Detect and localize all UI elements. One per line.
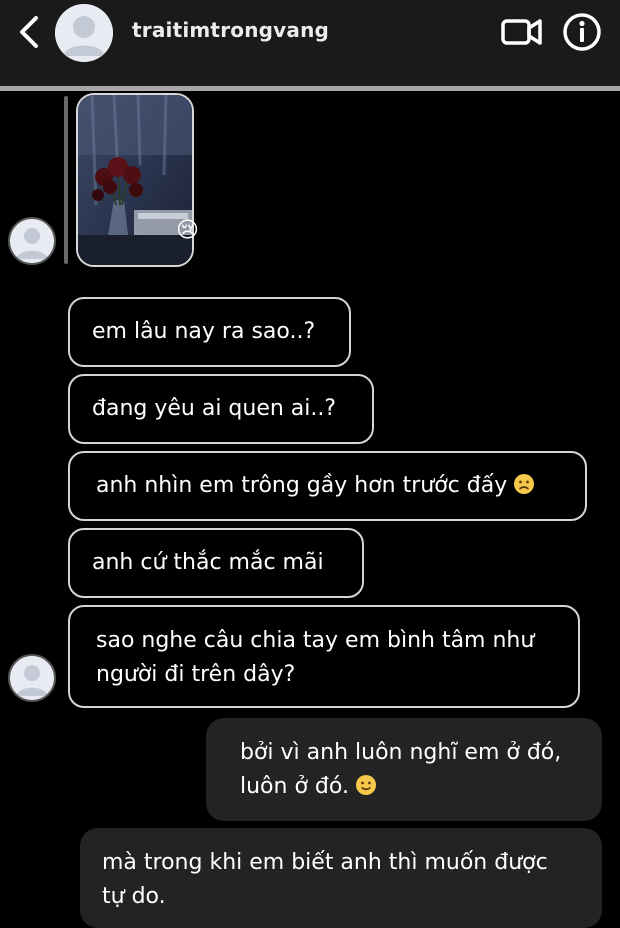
message-text: anh cứ thắc mắc mãi (92, 550, 324, 575)
message-text: em lâu nay ra sao..? (92, 319, 316, 344)
default-avatar-icon (10, 656, 54, 700)
header-divider (0, 86, 620, 91)
contact-username[interactable]: traitimtrongvang (132, 18, 329, 42)
outgoing-message[interactable]: mà trong khi em biết anh thì muốn được t… (80, 828, 602, 928)
incoming-message[interactable]: em lâu nay ra sao..? (68, 297, 351, 367)
contact-avatar[interactable] (55, 4, 113, 62)
default-avatar-icon (55, 4, 113, 62)
incoming-message[interactable]: anh cứ thắc mắc mãi (68, 528, 364, 598)
crying-face-reaction[interactable]: 😢 (176, 220, 199, 242)
contact-avatar-small[interactable] (8, 654, 56, 702)
info-button[interactable] (562, 12, 602, 52)
reply-indicator-bar (64, 96, 68, 264)
message-text: mà trong khi em biết anh thì muốn được t… (102, 850, 548, 909)
photo-roses-image (78, 95, 192, 265)
message-text: anh nhìn em trông gầy hơn trước đấy (96, 469, 563, 503)
default-avatar-icon (10, 219, 54, 263)
chevron-left-icon (20, 16, 38, 48)
message-text: bởi vì anh luôn nghĩ em ở đó, luôn ở đó. (240, 740, 562, 799)
video-call-button[interactable] (500, 14, 544, 50)
incoming-message[interactable]: đang yêu ai quen ai..? (68, 374, 374, 444)
info-icon (563, 13, 601, 51)
contact-avatar-small[interactable] (8, 217, 56, 265)
incoming-message[interactable]: anh nhìn em trông gầy hơn trước đấy (68, 451, 587, 521)
chat-header: traitimtrongvang (0, 0, 620, 86)
worried-face-emoji (514, 474, 535, 494)
outgoing-message[interactable]: bởi vì anh luôn nghĩ em ở đó, luôn ở đó. (206, 718, 602, 821)
video-camera-icon (501, 19, 542, 45)
slightly-smiling-face-emoji (355, 775, 376, 795)
incoming-message[interactable]: sao nghe câu chia tay em bình tâm như ng… (68, 605, 580, 708)
back-button[interactable] (14, 14, 46, 50)
message-text: sao nghe câu chia tay em bình tâm như ng… (96, 628, 535, 687)
message-text: đang yêu ai quen ai..? (92, 396, 337, 421)
